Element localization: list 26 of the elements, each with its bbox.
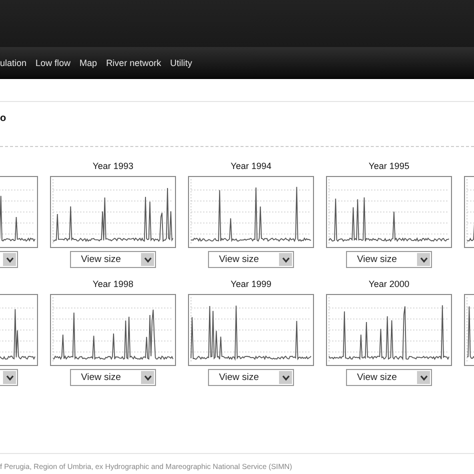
chart-title: Year 1995 [368, 160, 410, 173]
size-select[interactable]: View size [70, 251, 156, 268]
chevron-down-icon [417, 253, 430, 266]
chevron-down-icon [279, 253, 292, 266]
nav-link[interactable]: Utility [170, 58, 192, 68]
size-select[interactable]: View size [346, 251, 432, 268]
nav-link[interactable]: Low flow [36, 58, 71, 68]
chevron-down-icon [279, 371, 292, 384]
nav-link[interactable]: River network [106, 58, 162, 68]
chevron-down-icon [3, 253, 16, 266]
chart-title: Year 1993 [92, 160, 134, 173]
page-heading: o [0, 112, 8, 126]
size-select[interactable]: View size [346, 369, 432, 386]
nav-link[interactable]: ulation [0, 58, 27, 68]
chart-title: Year 1998 [92, 278, 134, 291]
size-select[interactable]: View size [208, 369, 294, 386]
chart-title: Year 1994 [230, 160, 272, 173]
chevron-down-icon [417, 371, 430, 384]
size-select[interactable]: View size [208, 251, 294, 268]
chevron-down-icon [3, 371, 16, 384]
size-select[interactable]: View size [70, 369, 156, 386]
chart-title: Year 1999 [230, 278, 272, 291]
chart-title: Year 2000 [368, 278, 410, 291]
nav-link[interactable]: Map [80, 58, 98, 68]
chevron-down-icon [141, 371, 154, 384]
chevron-down-icon [141, 253, 154, 266]
